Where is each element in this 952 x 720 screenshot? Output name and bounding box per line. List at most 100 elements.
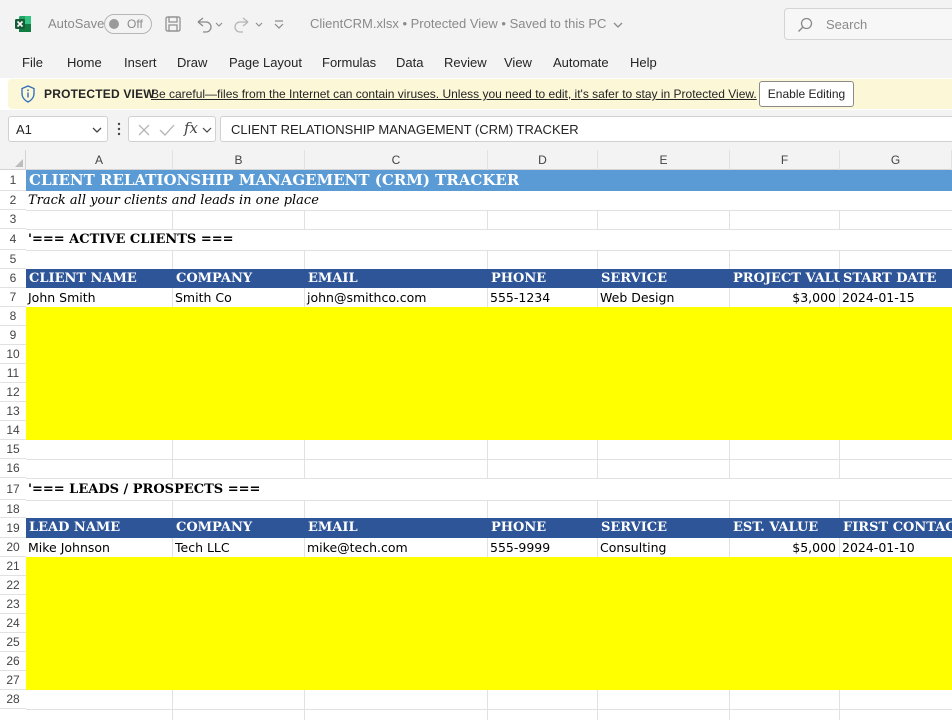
company-cell[interactable]: Tech LLC	[173, 538, 304, 557]
name-box[interactable]: A1	[8, 116, 108, 142]
active-clients-section-label[interactable]: '=== ACTIVE CLIENTS ===	[26, 230, 234, 250]
column-header-b[interactable]: B	[173, 150, 305, 170]
highlighted-empty-rows[interactable]	[26, 557, 952, 690]
row-header[interactable]: 7	[0, 288, 26, 307]
column-header-cell[interactable]: FIRST CONTACT	[840, 518, 952, 538]
row-header[interactable]: 22	[0, 576, 26, 595]
column-header-cell[interactable]: START DATE	[840, 269, 952, 288]
row-header[interactable]: 1	[0, 170, 26, 191]
column-header-g[interactable]: G	[840, 150, 952, 170]
lead-name-cell[interactable]: Mike Johnson	[26, 538, 172, 557]
phone-cell[interactable]: 555-9999	[488, 538, 597, 557]
row-header[interactable]: 21	[0, 557, 26, 576]
row-header[interactable]: 12	[0, 383, 26, 402]
tab-view[interactable]: View	[504, 55, 532, 70]
service-cell[interactable]: Consulting	[598, 538, 729, 557]
cancel-icon[interactable]	[137, 123, 151, 137]
tab-automate[interactable]: Automate	[553, 55, 609, 70]
column-header-cell[interactable]: CLIENT NAME	[26, 269, 173, 288]
tab-insert[interactable]: Insert	[124, 55, 157, 70]
row-header[interactable]: 20	[0, 538, 26, 557]
client-name-cell[interactable]: John Smith	[26, 288, 172, 307]
column-header-a[interactable]: A	[26, 150, 173, 170]
tab-home[interactable]: Home	[67, 55, 102, 70]
column-header-cell[interactable]: EMAIL	[305, 269, 488, 288]
sheet-subtitle[interactable]: Track all your clients and leads in one …	[26, 191, 319, 210]
column-header-cell[interactable]: PHONE	[488, 269, 598, 288]
excel-logo-icon[interactable]	[14, 15, 32, 33]
title-banner-cell[interactable]: CLIENT RELATIONSHIP MANAGEMENT (CRM) TRA…	[26, 170, 952, 191]
email-cell[interactable]: john@smithco.com	[305, 288, 487, 307]
formula-input[interactable]: CLIENT RELATIONSHIP MANAGEMENT (CRM) TRA…	[220, 116, 952, 142]
insert-function-button[interactable]: fx	[184, 119, 198, 137]
column-header-cell[interactable]: EMAIL	[305, 518, 488, 538]
column-header-cell[interactable]: EST. VALUE	[730, 518, 840, 538]
service-cell[interactable]: Web Design	[598, 288, 729, 307]
leads-section-label[interactable]: '=== LEADS / PROSPECTS ===	[26, 479, 260, 500]
tab-data[interactable]: Data	[396, 55, 423, 70]
tab-page-layout[interactable]: Page Layout	[229, 55, 302, 70]
column-header-cell[interactable]: PHONE	[488, 518, 598, 538]
customize-toolbar-icon[interactable]	[270, 13, 288, 35]
project-value-cell[interactable]: $3,000	[730, 288, 839, 307]
column-header-cell[interactable]: SERVICE	[598, 269, 730, 288]
row-header[interactable]: 11	[0, 364, 26, 383]
start-date-cell[interactable]: 2024-01-15	[840, 288, 952, 307]
tab-review[interactable]: Review	[444, 55, 487, 70]
enable-editing-button[interactable]: Enable Editing	[759, 81, 854, 107]
protected-view-message[interactable]: Be careful—files from the Internet can c…	[151, 87, 757, 101]
row-header[interactable]: 15	[0, 440, 26, 459]
row-header[interactable]: 9	[0, 326, 26, 345]
tab-file[interactable]: File	[22, 55, 43, 70]
document-title[interactable]: ClientCRM.xlsx • Protected View • Saved …	[310, 16, 624, 31]
formula-controls: fx	[128, 116, 216, 142]
table-row: Mike Johnson Tech LLC mike@tech.com 555-…	[26, 538, 952, 557]
column-header-c[interactable]: C	[305, 150, 488, 170]
company-cell[interactable]: Smith Co	[173, 288, 304, 307]
row-header[interactable]: 6	[0, 269, 26, 288]
row-header[interactable]: 4	[0, 229, 26, 250]
more-options-icon[interactable]	[116, 122, 122, 136]
row-header[interactable]: 16	[0, 459, 26, 478]
search-box[interactable]: Search	[784, 8, 952, 40]
column-header-f[interactable]: F	[730, 150, 840, 170]
redo-icon[interactable]	[230, 13, 264, 35]
tab-formulas[interactable]: Formulas	[322, 55, 376, 70]
column-header-cell[interactable]: COMPANY	[173, 518, 305, 538]
row-header[interactable]: 3	[0, 210, 26, 229]
est-value-cell[interactable]: $5,000	[730, 538, 839, 557]
row-header[interactable]: 18	[0, 500, 26, 518]
row-header[interactable]: 25	[0, 633, 26, 652]
chevron-down-icon[interactable]	[202, 126, 212, 134]
undo-icon[interactable]	[192, 13, 224, 35]
select-all-corner[interactable]	[0, 150, 26, 170]
row-header[interactable]: 10	[0, 345, 26, 364]
row-header[interactable]: 27	[0, 671, 26, 690]
row-header[interactable]: 17	[0, 478, 26, 500]
tab-help[interactable]: Help	[630, 55, 657, 70]
row-header[interactable]: 2	[0, 191, 26, 210]
email-cell[interactable]: mike@tech.com	[305, 538, 487, 557]
column-header-cell[interactable]: PROJECT VALUE	[730, 269, 840, 288]
autosave-toggle[interactable]: Off	[104, 14, 152, 34]
column-header-e[interactable]: E	[598, 150, 730, 170]
phone-cell[interactable]: 555-1234	[488, 288, 597, 307]
highlighted-empty-rows[interactable]	[26, 307, 952, 440]
row-header[interactable]: 28	[0, 690, 26, 709]
row-header[interactable]: 14	[0, 421, 26, 440]
row-header[interactable]: 23	[0, 595, 26, 614]
row-header[interactable]: 8	[0, 307, 26, 326]
first-contact-cell[interactable]: 2024-01-10	[840, 538, 952, 557]
column-header-d[interactable]: D	[488, 150, 598, 170]
column-header-cell[interactable]: LEAD NAME	[26, 518, 173, 538]
column-header-cell[interactable]: COMPANY	[173, 269, 305, 288]
column-header-cell[interactable]: SERVICE	[598, 518, 730, 538]
row-header[interactable]: 24	[0, 614, 26, 633]
row-header[interactable]: 5	[0, 250, 26, 269]
row-header[interactable]: 26	[0, 652, 26, 671]
checkmark-icon[interactable]	[159, 123, 175, 137]
row-header[interactable]: 19	[0, 518, 26, 538]
row-header[interactable]: 13	[0, 402, 26, 421]
save-icon[interactable]	[162, 13, 184, 35]
tab-draw[interactable]: Draw	[177, 55, 207, 70]
